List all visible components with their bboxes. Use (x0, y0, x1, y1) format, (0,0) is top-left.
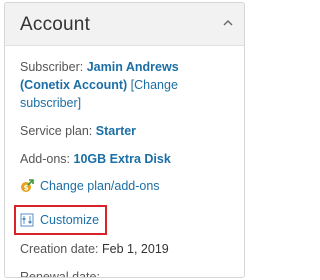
panel-header[interactable]: Account (5, 3, 244, 46)
addons-label: Add-ons: (20, 152, 71, 166)
subscriber-row: Subscriber: Jamin Andrews (Conetix Accou… (20, 58, 229, 112)
account-panel: Account Subscriber: Jamin Andrews (Conet… (4, 2, 245, 278)
addons-link[interactable]: 10GB Extra Disk (74, 152, 171, 166)
plan-change-icon: $ (21, 179, 34, 192)
panel-body: Subscriber: Jamin Andrews (Conetix Accou… (5, 46, 244, 278)
svg-text:$: $ (24, 184, 29, 192)
service-plan-row: Service plan: Starter (20, 122, 229, 140)
panel-title: Account (20, 14, 91, 35)
creation-date-value: Feb 1, 2019 (102, 242, 169, 256)
service-plan-label: Service plan: (20, 124, 93, 138)
change-plan-link[interactable]: Change plan/add-ons (40, 177, 160, 195)
customize-link[interactable]: Customize (40, 211, 99, 229)
change-plan-row[interactable]: $ Change plan/add-ons (20, 177, 229, 195)
renewal-date-label: Renewal date: (20, 270, 100, 278)
creation-date-row: Creation date: Feb 1, 2019 (20, 240, 229, 258)
renewal-date-value: — (103, 270, 116, 278)
renewal-date-row: Renewal date: — (20, 268, 229, 278)
subscriber-label: Subscriber: (20, 60, 84, 74)
service-plan-link[interactable]: Starter (96, 124, 136, 138)
chevron-up-icon[interactable] (222, 18, 234, 28)
creation-date-label: Creation date: (20, 242, 99, 256)
customize-icon (20, 213, 34, 227)
addons-row: Add-ons: 10GB Extra Disk (20, 150, 229, 168)
customize-highlight[interactable]: Customize (14, 205, 108, 235)
customize-row[interactable]: Customize (14, 205, 229, 235)
